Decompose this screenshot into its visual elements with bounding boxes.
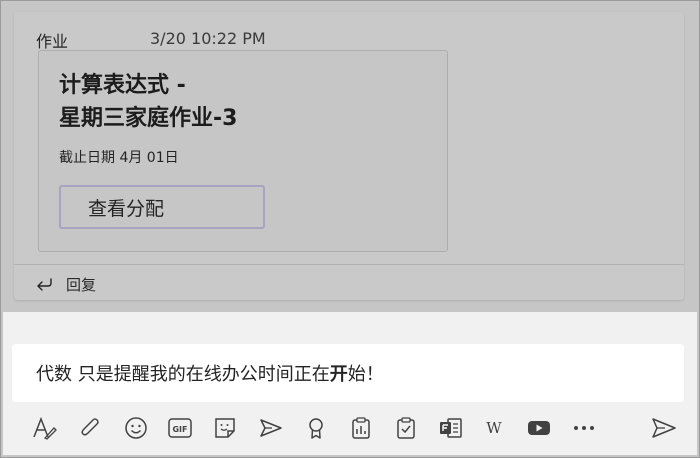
compose-text-start: 代数 只是提醒我的在线办公时间正在 — [36, 364, 330, 385]
emoji-icon[interactable] — [122, 414, 150, 442]
assignment-title: 计算表达式 - 星期三家庭作业-3 — [59, 69, 237, 135]
forms-icon[interactable] — [437, 414, 465, 442]
reply-button[interactable]: 回复 — [36, 274, 96, 295]
message-author: 作业 — [36, 32, 69, 51]
message-timestamp: 3/20 10:22 PM — [150, 29, 266, 48]
send-icon[interactable] — [650, 414, 678, 442]
assignments-icon[interactable] — [392, 414, 420, 442]
view-assignment-button[interactable]: 查看分配 — [59, 185, 265, 229]
compose-message-input[interactable]: 代数 只是提醒我的在线办公时间正在开始！ — [12, 344, 684, 402]
insights-icon[interactable] — [347, 414, 375, 442]
gif-icon[interactable]: GIF — [166, 414, 194, 442]
compose-area: 代数 只是提醒我的在线办公时间正在开始！ GIF W — [3, 312, 697, 455]
format-icon[interactable] — [30, 414, 58, 442]
more-options-icon[interactable] — [570, 414, 598, 442]
compose-text-bold: 开 — [329, 364, 348, 385]
attach-icon[interactable] — [77, 414, 105, 442]
assignment-title-line1: 计算表达式 - — [59, 73, 186, 98]
reply-label: 回复 — [66, 276, 97, 294]
compose-text-end: 始！ — [347, 364, 384, 385]
youtube-icon[interactable] — [525, 414, 553, 442]
message-divider — [14, 264, 684, 265]
meet-icon[interactable] — [257, 414, 285, 442]
wikipedia-icon[interactable]: W — [480, 414, 508, 442]
praise-icon[interactable] — [302, 414, 330, 442]
sticker-icon[interactable] — [211, 414, 239, 442]
reply-arrow-icon — [37, 277, 52, 291]
assignment-due-date: 截止日期 4月 01日 — [59, 150, 179, 166]
compose-toolbar: GIF W — [3, 410, 697, 446]
wikipedia-label: W — [486, 419, 502, 437]
assignment-card: 计算表达式 - 星期三家庭作业-3 截止日期 4月 01日 查看分配 — [38, 50, 448, 252]
assignment-title-line2: 星期三家庭作业-3 — [59, 106, 238, 131]
gif-label: GIF — [172, 425, 187, 434]
message-card: 作业 3/20 10:22 PM 计算表达式 - 星期三家庭作业-3 截止日期 … — [14, 12, 684, 300]
